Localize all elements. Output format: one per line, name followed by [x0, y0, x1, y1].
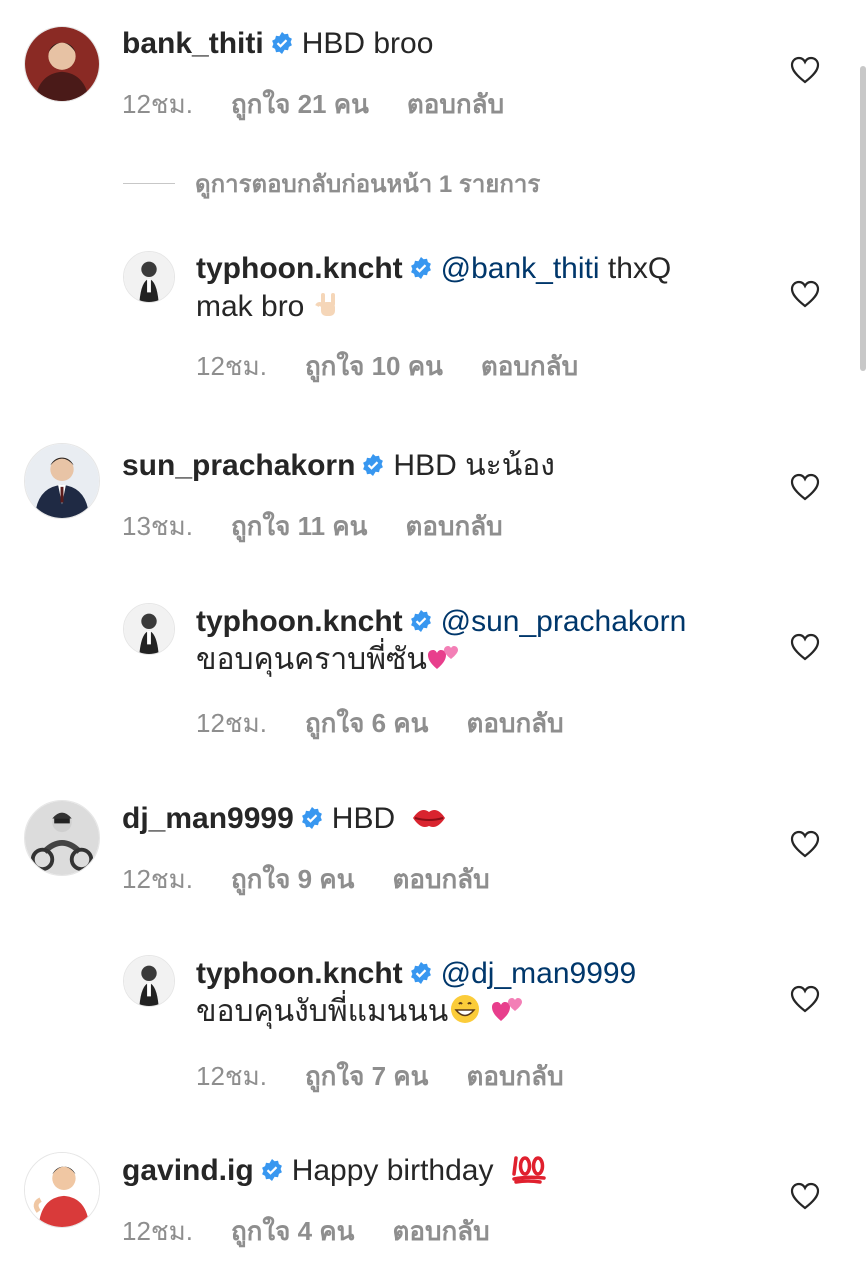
avatar[interactable]: [24, 443, 100, 519]
two-hearts-emoji: [427, 643, 461, 673]
avatar[interactable]: [123, 955, 175, 1007]
comment-meta: 12ชม. ถูกใจ 21 คน ตอบกลับ: [122, 84, 542, 125]
comment-meta: 12ชม. ถูกใจ 10 คน ตอบกลับ: [196, 346, 616, 387]
comment-time: 12ชม.: [122, 864, 193, 894]
likes-count-link[interactable]: ถูกใจ 7 คน: [305, 1061, 429, 1091]
comment-time: 12ชม.: [122, 89, 193, 119]
avatar[interactable]: [24, 1152, 100, 1228]
reply-button[interactable]: ตอบกลับ: [392, 864, 489, 894]
verified-badge-icon: [409, 256, 433, 280]
comment-username[interactable]: typhoon.kncht: [196, 605, 403, 638]
heart-icon[interactable]: [790, 830, 820, 858]
likes-count-link[interactable]: ถูกใจ 9 คน: [231, 864, 355, 894]
comment-meta: 12ชม. ถูกใจ 6 คน ตอบกลับ: [196, 703, 602, 744]
comment-time: 12ชม.: [196, 708, 267, 738]
likes-count-link[interactable]: ถูกใจ 11 คน: [231, 511, 368, 541]
heart-icon[interactable]: [790, 473, 820, 501]
divider: [123, 182, 175, 184]
verified-badge-icon: [300, 806, 324, 830]
view-previous-replies-button[interactable]: ดูการตอบกลับก่อนหน้า 1 รายการ: [123, 168, 540, 198]
comment-text-line2: mak bro: [196, 290, 305, 323]
comment-username[interactable]: gavind.ig: [122, 1154, 254, 1187]
likes-count-link[interactable]: ถูกใจ 10 คน: [305, 351, 443, 381]
verified-badge-icon: [270, 31, 294, 55]
comment-text: HBD: [331, 802, 396, 835]
reply-button[interactable]: ตอบกลับ: [405, 511, 502, 541]
verified-badge-icon: [409, 961, 433, 985]
comment-time: 12ชม.: [196, 1061, 267, 1091]
hundred-points-emoji: [510, 1152, 548, 1184]
verified-badge-icon: [409, 609, 433, 633]
comment-meta: 12ชม. ถูกใจ 9 คน ตอบกลับ: [122, 859, 528, 900]
heart-icon[interactable]: [790, 633, 820, 661]
comment-meta: 13ชม. ถูกใจ 11 คน ตอบกลับ: [122, 506, 541, 547]
comment-username[interactable]: typhoon.kncht: [196, 957, 403, 990]
comment-text: thxQ: [599, 252, 672, 285]
grin-emoji: [448, 993, 482, 1025]
two-hearts-emoji: [491, 995, 525, 1025]
comment-meta: 12ชม. ถูกใจ 7 คน ตอบกลับ: [196, 1056, 602, 1097]
comment-username[interactable]: bank_thiti: [122, 27, 264, 60]
mention-link[interactable]: @dj_man9999: [441, 957, 637, 990]
reply-button[interactable]: ตอบกลับ: [392, 1216, 489, 1246]
mention-link[interactable]: @bank_thiti: [441, 252, 600, 285]
kiss-lips-emoji: [411, 804, 447, 832]
comment-meta: 12ชม. ถูกใจ 4 คน ตอบกลับ: [122, 1211, 528, 1252]
heart-icon[interactable]: [790, 985, 820, 1013]
heart-icon[interactable]: [790, 280, 820, 308]
comment-text-line2: ขอบคุนงับพี่แมนนน: [196, 995, 449, 1028]
heart-icon[interactable]: [790, 1182, 820, 1210]
comment-time: 12ชม.: [196, 351, 267, 381]
comment-text: Happy birthday: [291, 1154, 494, 1187]
avatar[interactable]: [123, 603, 175, 655]
reply-button[interactable]: ตอบกลับ: [466, 1061, 563, 1091]
avatar[interactable]: [24, 800, 100, 876]
verified-badge-icon: [260, 1158, 284, 1182]
avatar[interactable]: [24, 26, 100, 102]
likes-count-link[interactable]: ถูกใจ 21 คน: [231, 89, 369, 119]
likes-count-link[interactable]: ถูกใจ 4 คน: [231, 1216, 355, 1246]
comment-username[interactable]: sun_prachakorn: [122, 449, 355, 482]
likes-count-link[interactable]: ถูกใจ 6 คน: [305, 708, 429, 738]
reply-button[interactable]: ตอบกลับ: [466, 708, 563, 738]
comment-time: 13ชม.: [122, 511, 193, 541]
view-previous-replies-label: ดูการตอบกลับก่อนหน้า 1 รายการ: [195, 170, 541, 198]
comment-time: 12ชม.: [122, 1216, 193, 1246]
reply-button[interactable]: ตอบกลับ: [407, 89, 504, 119]
comment-text: HBD broo: [301, 27, 434, 60]
verified-badge-icon: [361, 453, 385, 477]
reply-button[interactable]: ตอบกลับ: [481, 351, 578, 381]
scrollbar[interactable]: [860, 66, 866, 371]
comment-text-line2: ขอบคุนคราบพี่ซัน: [196, 643, 427, 676]
heart-icon[interactable]: [790, 56, 820, 84]
rock-on-hand-emoji: [313, 290, 343, 320]
comment-username[interactable]: dj_man9999: [122, 802, 294, 835]
mention-link[interactable]: @sun_prachakorn: [441, 605, 687, 638]
avatar[interactable]: [123, 251, 175, 303]
comment-text: HBD นะน้อง: [393, 449, 555, 482]
comment-username[interactable]: typhoon.kncht: [196, 252, 403, 285]
